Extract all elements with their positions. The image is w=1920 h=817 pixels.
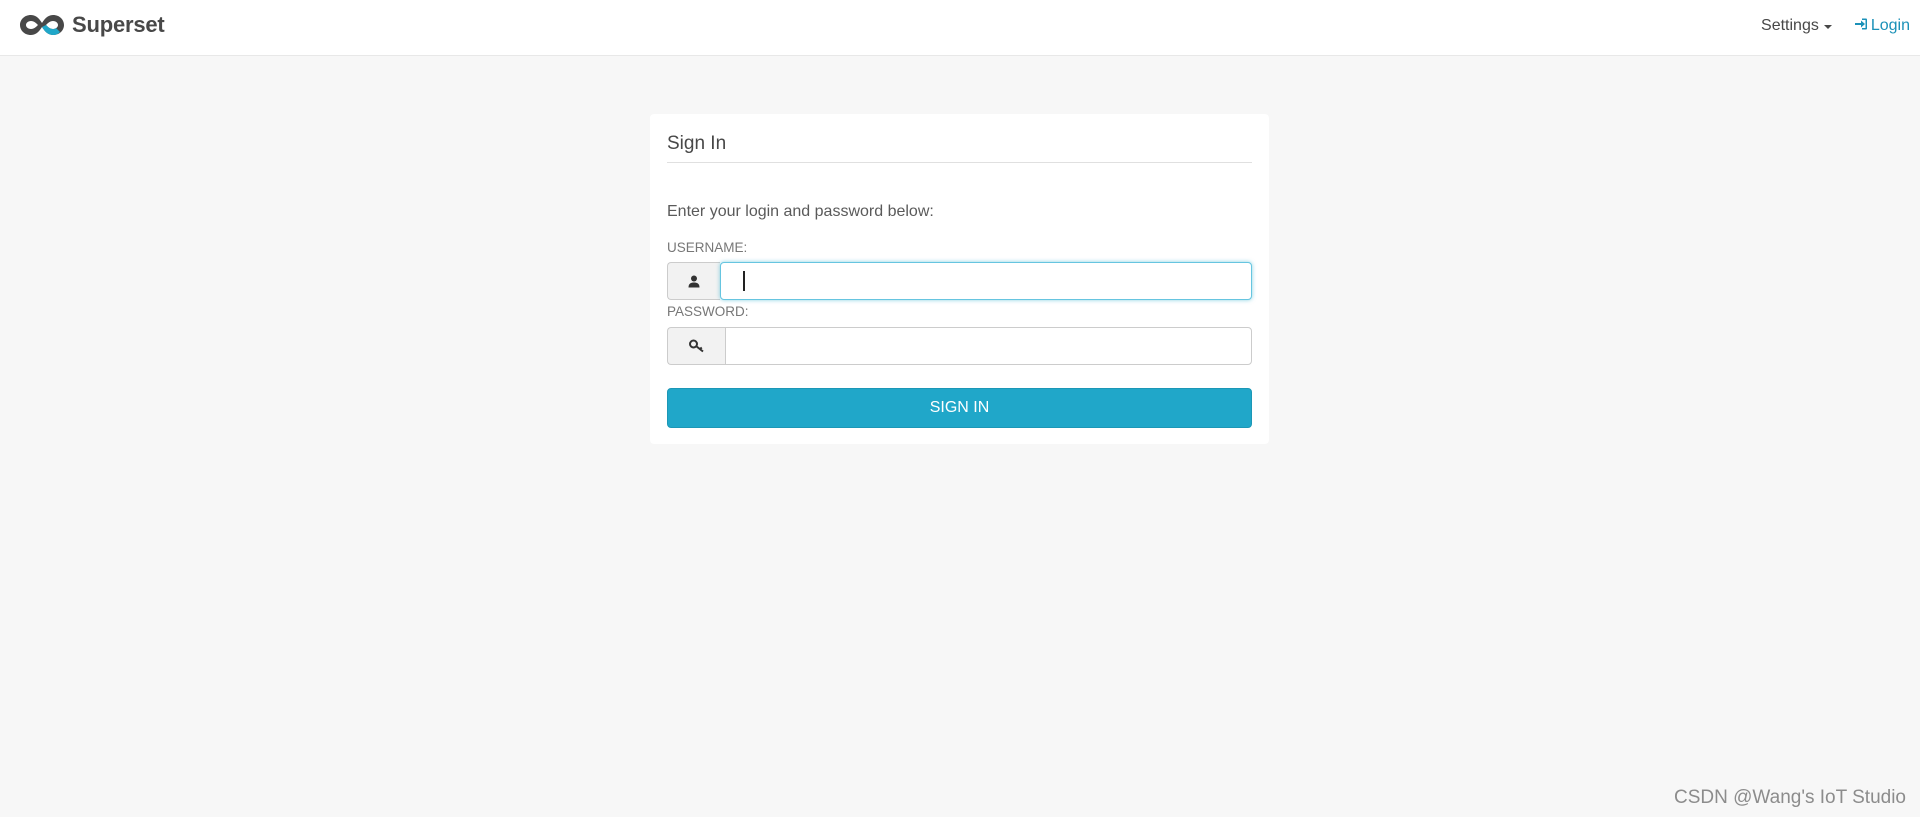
username-label: USERNAME: — [667, 240, 748, 255]
superset-logo-icon — [18, 12, 66, 38]
brand-link[interactable]: Superset — [18, 10, 165, 40]
signin-panel: Sign In Enter your login and password be… — [650, 114, 1269, 444]
password-label: PASSWORD: — [667, 304, 749, 319]
sign-in-button[interactable]: SIGN IN — [667, 388, 1252, 428]
username-input[interactable] — [720, 262, 1252, 300]
password-input-group — [667, 327, 1252, 365]
top-navbar: Superset Settings Login — [0, 0, 1920, 56]
panel-title: Sign In — [667, 133, 1252, 163]
login-link[interactable]: Login — [1854, 17, 1910, 36]
text-cursor — [743, 271, 745, 291]
watermark-text: CSDN @Wang's IoT Studio — [1674, 787, 1906, 808]
login-instructions: Enter your login and password below: — [667, 203, 934, 220]
login-label: Login — [1870, 17, 1910, 34]
navbar-right-menu: Settings Login — [1761, 14, 1910, 38]
key-icon — [667, 327, 725, 365]
username-input-group — [667, 262, 1252, 300]
caret-down-icon — [1823, 25, 1832, 29]
user-icon — [667, 262, 720, 300]
brand-name: Superset — [72, 12, 165, 37]
settings-label: Settings — [1761, 17, 1819, 34]
settings-menu[interactable]: Settings — [1761, 17, 1832, 35]
sign-in-icon — [1854, 17, 1871, 36]
password-input[interactable] — [725, 327, 1252, 365]
